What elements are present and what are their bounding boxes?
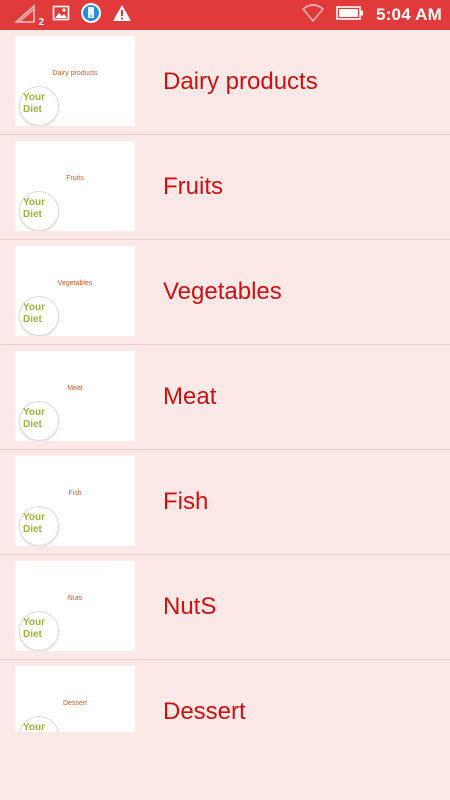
category-item-nuts[interactable]: Nuts Your Diet NutS <box>0 555 450 660</box>
category-item-fish[interactable]: Fish Your Diet Fish <box>0 450 450 555</box>
category-label: Vegetables <box>163 278 282 305</box>
category-thumbnail: Dessert Your <box>15 666 135 732</box>
logo-text: Your Diet <box>23 512 46 535</box>
category-label: Meat <box>163 383 217 410</box>
image-icon <box>52 4 70 27</box>
thumbnail-caption: Dairy products <box>52 70 98 77</box>
category-label: Dessert <box>163 698 246 725</box>
category-label: Dairy products <box>163 68 318 95</box>
status-bar-left: 2 <box>13 2 302 29</box>
thumbnail-caption: Vegetables <box>57 280 93 287</box>
thumbnail-caption: Fish <box>68 490 82 497</box>
category-item-dairy-products[interactable]: Dairy products Your Diet Dairy products <box>0 30 450 135</box>
logo-text: Your <box>23 722 46 732</box>
thumbnail-caption: Dessert <box>62 700 88 707</box>
category-thumbnail: Meat Your Diet <box>15 351 135 441</box>
status-bar-right: 5:04 AM <box>301 3 442 27</box>
no-signal-icon: 2 <box>13 3 44 28</box>
battery-icon <box>336 5 364 26</box>
category-thumbnail: Vegetables Your Diet <box>15 246 135 336</box>
logo-text: Your Diet <box>23 407 46 430</box>
category-thumbnail: Dairy products Your Diet <box>15 36 135 126</box>
category-thumbnail: Fruits Your Diet <box>15 141 135 231</box>
logo-text: Your Diet <box>23 197 46 220</box>
logo-text: Your Diet <box>23 302 46 325</box>
logo-text: Your Diet <box>23 617 46 640</box>
logo-text: Your Diet <box>23 92 46 115</box>
status-bar: 2 5:04 AM <box>0 0 450 30</box>
category-label: Fruits <box>163 173 223 200</box>
category-label: Fish <box>163 488 209 515</box>
thumbnail-caption: Nuts <box>67 595 83 602</box>
wifi-icon <box>301 3 325 27</box>
category-thumbnail: Fish Your Diet <box>15 456 135 546</box>
clock: 5:04 AM <box>376 5 442 24</box>
category-item-vegetables[interactable]: Vegetables Your Diet Vegetables <box>0 240 450 345</box>
category-label: NutS <box>163 593 217 620</box>
category-item-meat[interactable]: Meat Your Diet Meat <box>0 345 450 450</box>
category-thumbnail: Nuts Your Diet <box>15 561 135 651</box>
thumbnail-caption: Meat <box>67 385 83 392</box>
category-item-dessert[interactable]: Dessert Your Dessert <box>0 660 450 750</box>
warning-icon <box>112 4 132 27</box>
category-item-fruits[interactable]: Fruits Your Diet Fruits <box>0 135 450 240</box>
sim-badge: 2 <box>38 17 44 28</box>
category-list: Dairy products Your Diet Dairy products F… <box>0 30 450 750</box>
app-notification-icon <box>80 2 102 29</box>
thumbnail-caption: Fruits <box>66 175 84 182</box>
